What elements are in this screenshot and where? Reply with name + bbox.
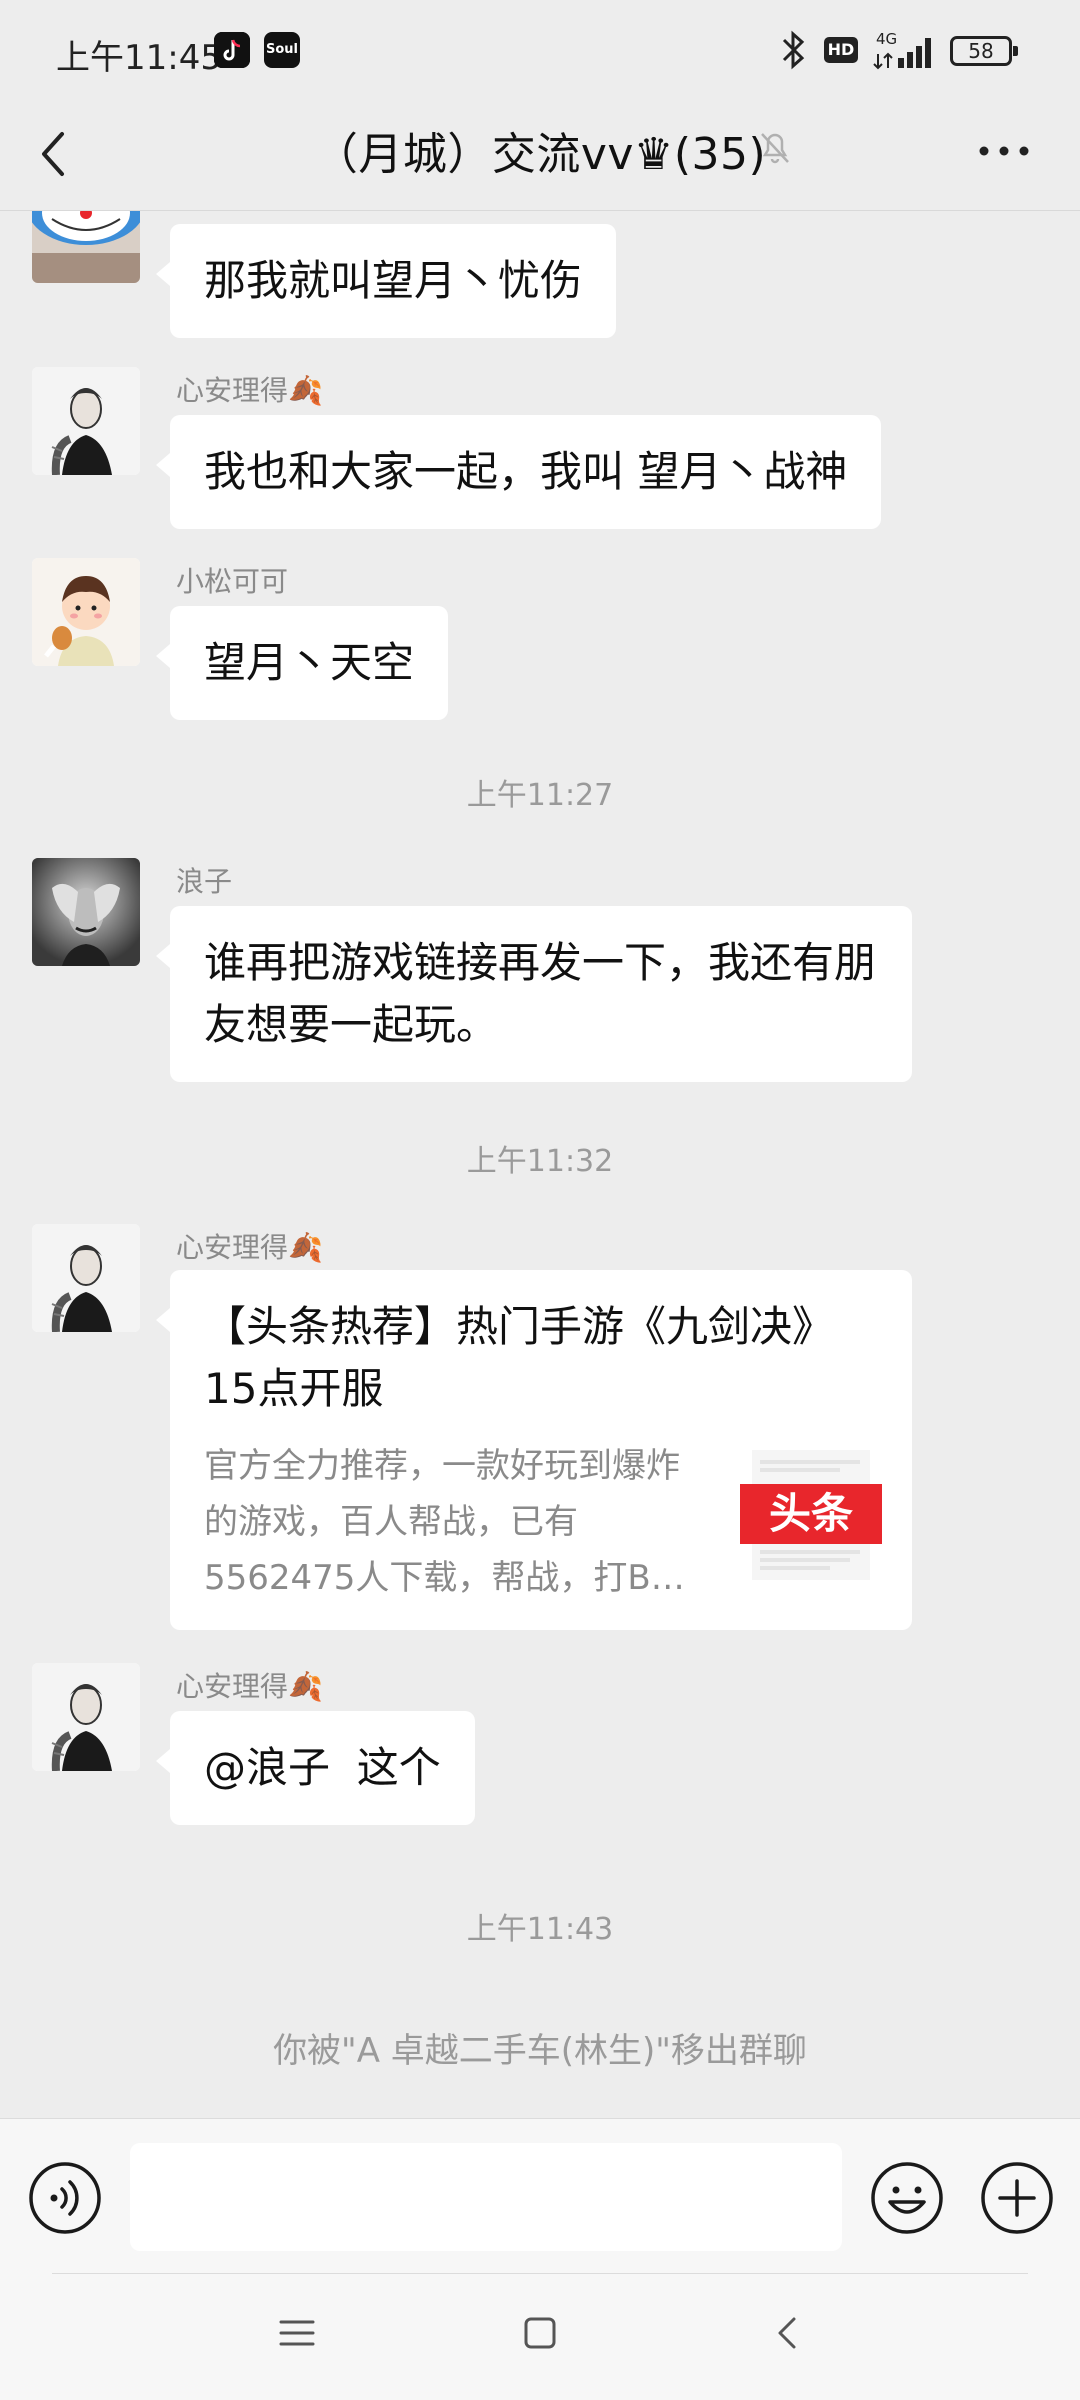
timestamp: 上午11:43 <box>466 1912 614 1947</box>
link-card[interactable]: 【头条热荐】热门手游《九剑决》15点开服 官方全力推荐，一款好玩到爆炸的游戏，百… <box>156 1270 912 1630</box>
message-text: 我也和大家一起，我叫 望月丶战神 <box>204 447 848 496</box>
tattooed-man-avatar[interactable] <box>32 1663 140 1771</box>
tattooed-man-avatar[interactable] <box>32 367 140 475</box>
more-button[interactable] <box>964 126 1044 176</box>
input-bar <box>0 2118 1080 2274</box>
stressed-man-avatar[interactable] <box>32 858 140 966</box>
navigation-bar <box>0 2273 1080 2400</box>
message-text: @浪子 这个 <box>204 1743 441 1792</box>
bluetooth-icon <box>782 30 805 70</box>
message-bubble[interactable]: 我也和大家一起，我叫 望月丶战神 <box>155 415 882 529</box>
soul-icon: Soul <box>264 32 300 68</box>
chat-header: （月城）交流vv♛(35) <box>0 100 1080 211</box>
system-message: 你被"A 卓越二手车(林生)"移出群聊 <box>273 2031 807 2071</box>
tattooed-man-avatar[interactable] <box>32 1224 140 1332</box>
plus-button[interactable] <box>978 2159 1056 2237</box>
toutiao-logo: 头条 <box>740 1450 882 1580</box>
sender-name: 小松可可 <box>176 565 289 598</box>
more-dots-icon <box>979 146 1029 156</box>
message-text: 那我就叫望月丶忧伤 <box>204 256 583 305</box>
card-title: 【头条热荐】热门手游《九剑决》15点开服 <box>204 1302 835 1413</box>
voice-icon <box>29 2162 101 2234</box>
message-text: 谁再把游戏链接再发一下，我还有朋友想要一起玩。 <box>204 938 877 1049</box>
plus-icon <box>981 2162 1053 2234</box>
chat-screen: 上午11:45 Soul HD 4G 58 （月城）交流vv♛(35) 那我就叫… <box>0 0 1080 2400</box>
home-icon <box>524 2317 556 2349</box>
sender-name: 浪子 <box>176 865 233 898</box>
timestamp: 上午11:32 <box>466 1144 614 1179</box>
message-bubble[interactable]: 那我就叫望月丶忧伤 <box>155 224 617 338</box>
message-bubble[interactable]: 望月丶天空 <box>155 606 449 720</box>
battery-icon: 58 <box>950 36 1018 66</box>
soul-label: Soul <box>265 42 298 57</box>
timestamp: 上午11:27 <box>466 778 614 813</box>
status-time: 上午11:45 <box>56 38 222 78</box>
hd-badge: HD <box>824 37 858 63</box>
message-bubble[interactable]: 谁再把游戏链接再发一下，我还有朋友想要一起玩。 <box>156 906 912 1082</box>
back-icon <box>778 2317 796 2349</box>
cartoon-boy-avatar[interactable] <box>32 558 140 666</box>
menu-button[interactable] <box>267 2303 327 2363</box>
voice-button[interactable] <box>26 2159 104 2237</box>
card-description: 官方全力推荐，一款好玩到爆炸的游戏，百人帮战，已有5562475人下载，帮战，打… <box>204 1446 685 1598</box>
signal-icon <box>873 38 931 70</box>
nav-divider <box>52 2273 1028 2274</box>
battery-level: 58 <box>968 39 994 63</box>
emoji-button[interactable] <box>868 2159 946 2237</box>
back-nav-button[interactable] <box>758 2303 818 2363</box>
home-button[interactable] <box>510 2303 570 2363</box>
message-bubble[interactable]: @浪子 这个 <box>156 1711 475 1825</box>
tiktok-icon <box>214 32 250 68</box>
sender-name: 心安理得🍂 <box>176 1231 323 1264</box>
emoji-icon <box>871 2162 943 2234</box>
status-bar: 上午11:45 Soul HD 4G 58 <box>0 0 1080 100</box>
toutiao-label: 头条 <box>768 1489 853 1538</box>
chat-title: （月城）交流vv♛(35) <box>313 129 767 180</box>
message-input[interactable] <box>130 2143 842 2251</box>
sender-name: 心安理得🍂 <box>176 374 323 407</box>
bell-off-icon <box>750 122 800 172</box>
sender-name: 心安理得🍂 <box>176 1670 323 1703</box>
menu-icon <box>279 2320 315 2346</box>
message-text: 望月丶天空 <box>204 638 415 687</box>
